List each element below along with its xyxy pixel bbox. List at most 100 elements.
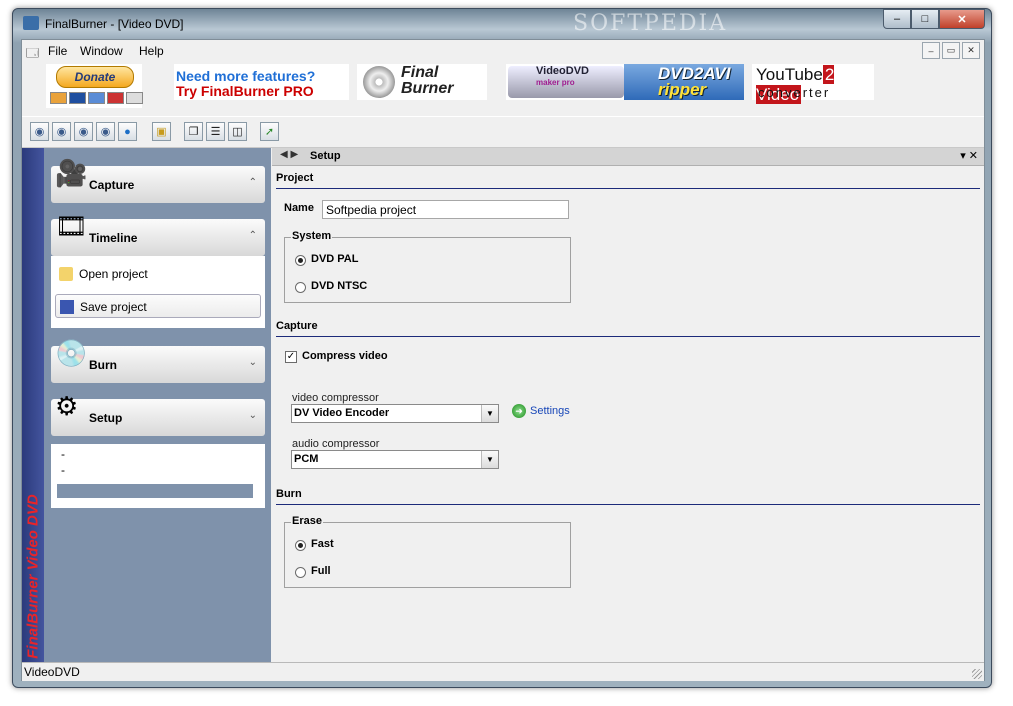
erase-full-radio[interactable]: [295, 567, 306, 578]
erase-fast-label[interactable]: Fast: [311, 538, 334, 550]
softpedia-watermark: SOFTPEDIA: [573, 11, 728, 36]
close-button[interactable]: ✕: [939, 9, 985, 29]
ad-pro-line1: Need more features?: [176, 68, 316, 84]
resize-grip-icon[interactable]: [972, 669, 982, 679]
dropdown-arrow-icon[interactable]: ▼: [481, 451, 498, 468]
menu-file[interactable]: File: [48, 44, 67, 58]
go-arrow-icon: ➜: [512, 404, 526, 418]
dvd-pal-radio[interactable]: [295, 255, 306, 266]
cascade-icon[interactable]: ❐: [184, 122, 203, 141]
ad-videodvd-line2: maker pro: [536, 78, 575, 87]
section-burn: Burn: [276, 488, 980, 505]
menu-window[interactable]: Window: [80, 44, 123, 58]
window-title: FinalBurner - [Video DVD]: [45, 17, 184, 31]
settings-link-label[interactable]: Settings: [530, 405, 570, 417]
erase-groupbox: Erase Fast Full: [284, 515, 571, 588]
menu-bar: 🗔 File Window Help – ▭ ✕: [22, 40, 984, 61]
ad-youtube-line2: converter: [758, 85, 831, 100]
floppy-disk-icon: [60, 300, 74, 314]
setup-item[interactable]: -: [55, 462, 261, 478]
minimize-button[interactable]: –: [883, 9, 911, 29]
system-groupbox: System DVD PAL DVD NTSC: [284, 230, 571, 303]
setup-item[interactable]: -: [55, 446, 261, 462]
group-capture[interactable]: 🎥 Capture ⌃: [51, 158, 265, 203]
erase-full-label[interactable]: Full: [311, 565, 331, 577]
erase-legend: Erase: [291, 515, 323, 527]
vertical-title: FinalBurner Video DVD: [24, 494, 42, 659]
setup-panel: ◀ ▶ Setup ▾ ✕ Project Name Softpedia pro…: [272, 148, 984, 662]
tile-vertical-icon[interactable]: ◫: [228, 122, 247, 141]
save-project-item[interactable]: Save project: [55, 294, 261, 318]
dvd-pal-label[interactable]: DVD PAL: [311, 253, 358, 265]
chevron-up-icon[interactable]: ⌃: [249, 230, 257, 241]
dvd-ntsc-label[interactable]: DVD NTSC: [311, 280, 367, 292]
web-icon[interactable]: ●: [118, 122, 137, 141]
video-compressor-label: video compressor: [292, 392, 379, 404]
open-project-label: Open project: [79, 267, 148, 281]
disc-info-icon[interactable]: ◉: [96, 122, 115, 141]
ad-youtube-prefix: YouTube: [756, 65, 823, 84]
gear-icon: ⚙: [55, 391, 79, 421]
menu-help[interactable]: Help: [139, 44, 164, 58]
tile-horizontal-icon[interactable]: ☰: [206, 122, 225, 141]
setup-items: - -: [51, 444, 265, 508]
group-setup[interactable]: ⚙ Setup ⌄: [51, 391, 265, 436]
app-window: FinalBurner - [Video DVD] SOFTPEDIA – □ …: [12, 8, 992, 688]
chevron-down-icon[interactable]: ⌄: [249, 357, 257, 368]
group-burn[interactable]: 💿 Burn ⌄: [51, 338, 265, 383]
vertical-banner: FinalBurner Video DVD: [22, 148, 44, 662]
ad-youtube2video[interactable]: YouTube 2 Video converter: [752, 64, 874, 104]
group-timeline-label: Timeline: [89, 231, 138, 245]
client-area: 🗔 File Window Help – ▭ ✕ Donate Need mor…: [21, 39, 985, 681]
chevron-up-icon[interactable]: ⌃: [249, 177, 257, 188]
mdi-close-button[interactable]: ✕: [962, 42, 980, 59]
erase-fast-radio[interactable]: [295, 540, 306, 551]
settings-link[interactable]: ➜ Settings: [512, 404, 570, 418]
open-folder-icon[interactable]: ▣: [152, 122, 171, 141]
setup-item-selected[interactable]: [57, 484, 253, 498]
group-burn-label: Burn: [89, 358, 117, 372]
mdi-restore-button[interactable]: ▭: [942, 42, 960, 59]
section-project: Project: [276, 172, 980, 189]
mdi-minimize-button[interactable]: –: [922, 42, 940, 59]
open-folder-icon: [59, 267, 73, 281]
name-label: Name: [284, 202, 314, 214]
film-reel-icon: 🎞: [55, 211, 89, 241]
ad-finalburner-pro[interactable]: Need more features? Try FinalBurner PRO: [174, 64, 349, 100]
donate-button[interactable]: Donate: [46, 64, 143, 108]
ad-videodvd-line1: VideoDVD: [536, 65, 589, 77]
save-project-label: Save project: [80, 300, 147, 314]
audio-compressor-label: audio compressor: [292, 438, 380, 450]
dropdown-arrow-icon[interactable]: ▼: [481, 405, 498, 422]
panel-controls[interactable]: ▾ ✕: [960, 149, 978, 162]
group-timeline[interactable]: 🎞 Timeline ⌃: [51, 211, 265, 256]
section-capture: Capture: [276, 320, 980, 337]
app-icon[interactable]: [23, 16, 39, 30]
status-text: VideoDVD: [24, 665, 80, 679]
audio-compressor-select[interactable]: PCM ▼: [291, 450, 499, 469]
maximize-button[interactable]: □: [911, 9, 939, 29]
open-project-item[interactable]: Open project: [55, 262, 261, 286]
ad-dvd2avi-line2: ripper: [658, 80, 707, 99]
group-setup-label: Setup: [89, 411, 123, 425]
video-compressor-select[interactable]: DV Video Encoder ▼: [291, 404, 499, 423]
project-name-input[interactable]: Softpedia project: [322, 200, 569, 219]
erase-disc-icon[interactable]: ◉: [74, 122, 93, 141]
ad-dvd2avi-ripper[interactable]: DVD2AVI ripper: [624, 64, 744, 100]
copy-disc-icon[interactable]: ◉: [52, 122, 71, 141]
camcorder-icon: 🎥: [55, 158, 88, 188]
ad-finalburner[interactable]: Final Burner: [357, 64, 487, 100]
title-bar[interactable]: FinalBurner - [Video DVD] SOFTPEDIA – □ …: [13, 9, 991, 37]
compress-video-label[interactable]: Compress video: [302, 350, 388, 362]
status-bar: VideoDVD: [22, 662, 984, 681]
chevron-down-icon[interactable]: ⌄: [249, 410, 257, 421]
panel-header: ◀ ▶ Setup ▾ ✕: [272, 148, 984, 166]
nav-arrows-icon[interactable]: ◀ ▶: [280, 149, 298, 160]
burn-disc-icon[interactable]: ◉: [30, 122, 49, 141]
compress-video-checkbox[interactable]: ✓: [285, 351, 297, 363]
timeline-items: Open project Save project: [51, 256, 265, 328]
dvd-ntsc-radio[interactable]: [295, 282, 306, 293]
run-icon[interactable]: ➚: [260, 122, 279, 141]
ad-videodvd-maker[interactable]: VideoDVD maker pro: [506, 64, 626, 100]
toolbar: ◉ ◉ ◉ ◉ ● ▣ ❐ ☰ ◫ ➚: [22, 116, 984, 148]
